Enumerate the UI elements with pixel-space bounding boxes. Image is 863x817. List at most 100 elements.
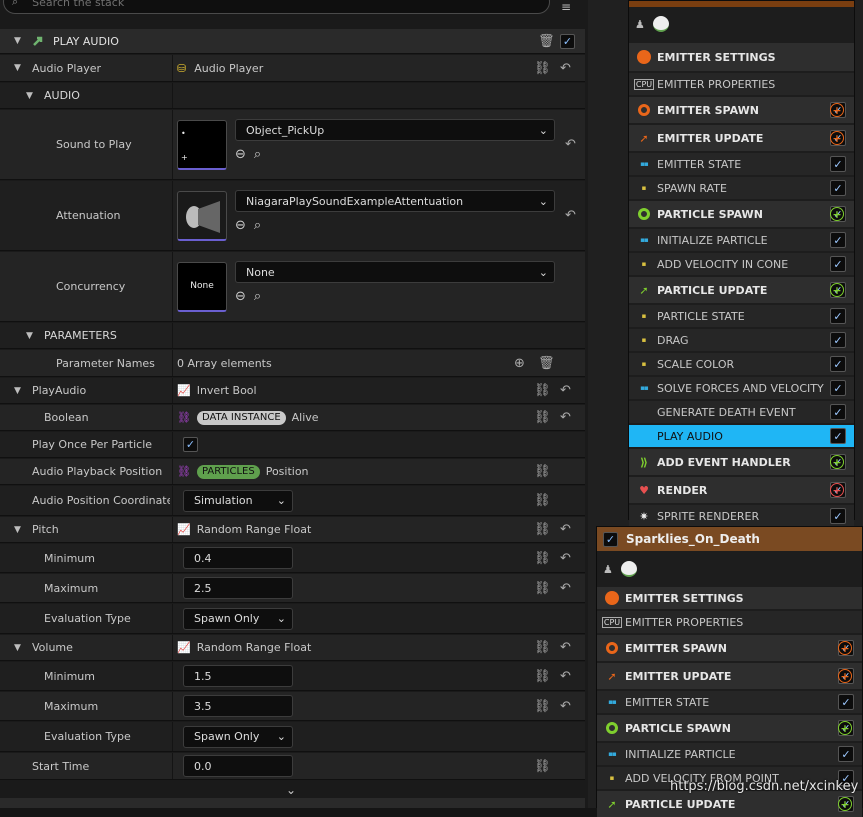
node-module-row[interactable]: EMITTER SETTINGS [629,43,854,71]
sound-thumbnail[interactable]: • + [177,119,227,170]
node-module-row[interactable]: EMITTER SPAWN ✓ + [597,635,862,661]
node-module-row[interactable]: ▪ SCALE COLOR ✓ [629,353,854,375]
link-icon[interactable]: ⛓ [534,753,551,779]
node-module-row[interactable]: ▪ ADD VELOCITY IN CONE ✓ [629,253,854,275]
pin-icon[interactable]: ♟ [635,18,645,31]
link-icon[interactable]: ⛓ [534,517,551,542]
module-enable-checkbox[interactable]: ✓ [830,232,846,248]
node-module-row[interactable]: ▪▪ SOLVE FORCES AND VELOCITY ✓ [629,377,854,399]
add-module-icon[interactable]: + [838,669,852,683]
add-module-icon[interactable]: + [830,207,844,221]
emitter-node[interactable]: ♟ EMITTER SETTINGS CPU EMITTER PROPERTIES E… [628,0,855,527]
pitch-eval-dropdown[interactable]: Spawn Only ⌄ [183,607,293,630]
pin-icon[interactable]: ♟ [603,563,613,576]
attenuation-dropdown[interactable]: NiagaraPlaySoundExampleAttentuation ⌄ [235,190,555,212]
reset-icon[interactable]: ↶ [560,517,571,542]
node-module-row[interactable]: ✷ SPRITE RENDERER ✓ [629,505,854,527]
search-box[interactable]: ⌕ Search the stack [3,0,550,14]
preview-sphere-icon[interactable] [652,16,669,32]
add-module-icon[interactable]: + [830,283,844,297]
reset-icon[interactable]: ↶ [560,692,571,720]
node-enable-checkbox[interactable]: ✓ [603,531,618,547]
node-module-row[interactable]: ♥ RENDER ✓ + [629,477,854,503]
node-module-row[interactable]: ▪▪ EMITTER STATE ✓ [597,691,862,713]
module-enable-checkbox[interactable]: ✓ [830,308,846,324]
module-enable-checkbox[interactable]: ✓ [830,508,846,524]
reset-icon[interactable]: ↶ [560,544,571,572]
node-module-row[interactable]: ▪▪ INITIALIZE PARTICLE ✓ [629,229,854,251]
node-module-row[interactable]: PLAY AUDIO ✓ [629,425,854,447]
node-module-row[interactable]: ▪ PARTICLE STATE ✓ [629,305,854,327]
reset-icon[interactable]: ↶ [560,662,571,690]
add-module-icon[interactable]: + [838,641,852,655]
add-module-icon[interactable]: + [830,131,844,145]
expand-arrow-icon[interactable]: ▼ [14,517,21,542]
expand-more-icon[interactable]: ⌄ [286,783,296,797]
node-module-row[interactable]: ▪ DRAG ✓ [629,329,854,351]
link-icon[interactable]: ⛓ [534,662,551,690]
node-module-row[interactable]: ➚ PARTICLE UPDATE ✓ + [597,791,862,817]
pitch-min-input[interactable]: 0.4 [183,547,293,569]
reset-icon[interactable]: ↶ [560,405,571,430]
node-module-row[interactable]: EMITTER SPAWN ✓ + [629,97,854,123]
add-module-icon[interactable]: + [838,721,852,735]
expand-arrow-icon[interactable]: ▼ [14,55,21,81]
pitch-max-input[interactable]: 2.5 [183,577,293,599]
attenuation-thumbnail[interactable] [177,190,227,241]
link-icon[interactable]: ⛓ [534,486,551,515]
volume-eval-dropdown[interactable]: Spawn Only ⌄ [183,725,293,748]
node-module-row[interactable]: ⟫ ADD EVENT HANDLER ✓ + [629,449,854,475]
reset-icon[interactable]: ↶ [560,574,571,602]
add-module-icon[interactable]: + [838,797,852,811]
node-module-row[interactable]: CPU EMITTER PROPERTIES [597,611,862,633]
link-icon[interactable]: ⛓ [534,378,551,403]
module-enable-checkbox[interactable]: ✓ [838,746,854,762]
expand-arrow-icon[interactable]: ▼ [14,378,21,403]
module-enable-checkbox[interactable]: ✓ [830,332,846,348]
node-module-row[interactable]: ➚ EMITTER UPDATE ✓ + [597,663,862,689]
browse-back-icon[interactable]: ⊖ [235,147,246,162]
add-element-icon[interactable]: ⊕ [514,350,525,376]
filter-icon[interactable]: ≡ [561,0,571,14]
reset-icon[interactable]: ↶ [560,635,571,660]
module-enable-checkbox[interactable]: ✓ [830,156,846,172]
node-module-row[interactable]: ➚ PARTICLE UPDATE ✓ + [629,277,854,303]
node-module-row[interactable]: EMITTER SETTINGS [597,587,862,609]
link-icon[interactable]: ⛓ [534,459,551,484]
sound-dropdown[interactable]: Object_PickUp ⌄ [235,119,555,141]
module-enable-checkbox[interactable]: ✓ [830,428,846,444]
node-module-row[interactable]: PARTICLE SPAWN ✓ + [629,201,854,227]
node-module-row[interactable]: ▪▪ INITIALIZE PARTICLE ✓ [597,743,862,765]
node-module-row[interactable]: ▪▪ EMITTER STATE ✓ [629,153,854,175]
module-enable-checkbox[interactable]: ✓ [830,356,846,372]
link-icon[interactable]: ⛓ [534,635,551,660]
preview-sphere-icon[interactable] [620,561,637,577]
search-input[interactable]: Search the stack [32,0,124,9]
module-enable-checkbox[interactable]: ✓ [838,694,854,710]
link-icon[interactable]: ⛓ [534,692,551,720]
parameters-category[interactable]: ▼ PARAMETERS [0,323,585,349]
reset-icon[interactable]: ↶ [560,55,571,81]
module-enable-checkbox[interactable]: ✓ [830,380,846,396]
node-module-row[interactable]: ▪ SPAWN RATE ✓ [629,177,854,199]
volume-min-input[interactable]: 1.5 [183,665,293,687]
start-time-input[interactable]: 0.0 [183,755,293,777]
search-icon[interactable]: ⌕ [254,218,261,233]
play-once-checkbox[interactable]: ✓ [183,437,198,452]
link-icon[interactable]: ⛓ [534,405,551,430]
module-enable-checkbox[interactable]: ✓ [830,404,846,420]
concurrency-thumbnail[interactable]: None [177,261,227,312]
enable-checkbox[interactable]: ✓ [560,29,575,53]
expand-arrow-icon[interactable]: ▼ [26,323,33,348]
add-module-icon[interactable]: + [830,103,844,117]
trash-icon[interactable]: 🗑 [538,29,555,53]
collapse-arrow-icon[interactable]: ▼ [14,29,21,53]
expand-arrow-icon[interactable]: ▼ [26,83,33,108]
reset-icon[interactable]: ↶ [565,181,576,250]
concurrency-dropdown[interactable]: None ⌄ [235,261,555,283]
emitter-node-sparklies[interactable]: ✓ Sparklies_On_Death ♟ EMITTER SETTINGS C… [596,526,863,817]
browse-back-icon[interactable]: ⊖ [235,289,246,304]
node-module-row[interactable]: ➚ EMITTER UPDATE ✓ + [629,125,854,151]
section-header[interactable]: ▼ PLAY AUDIO 🗑 ✓ [0,29,585,54]
link-icon[interactable]: ⛓ [534,574,551,602]
